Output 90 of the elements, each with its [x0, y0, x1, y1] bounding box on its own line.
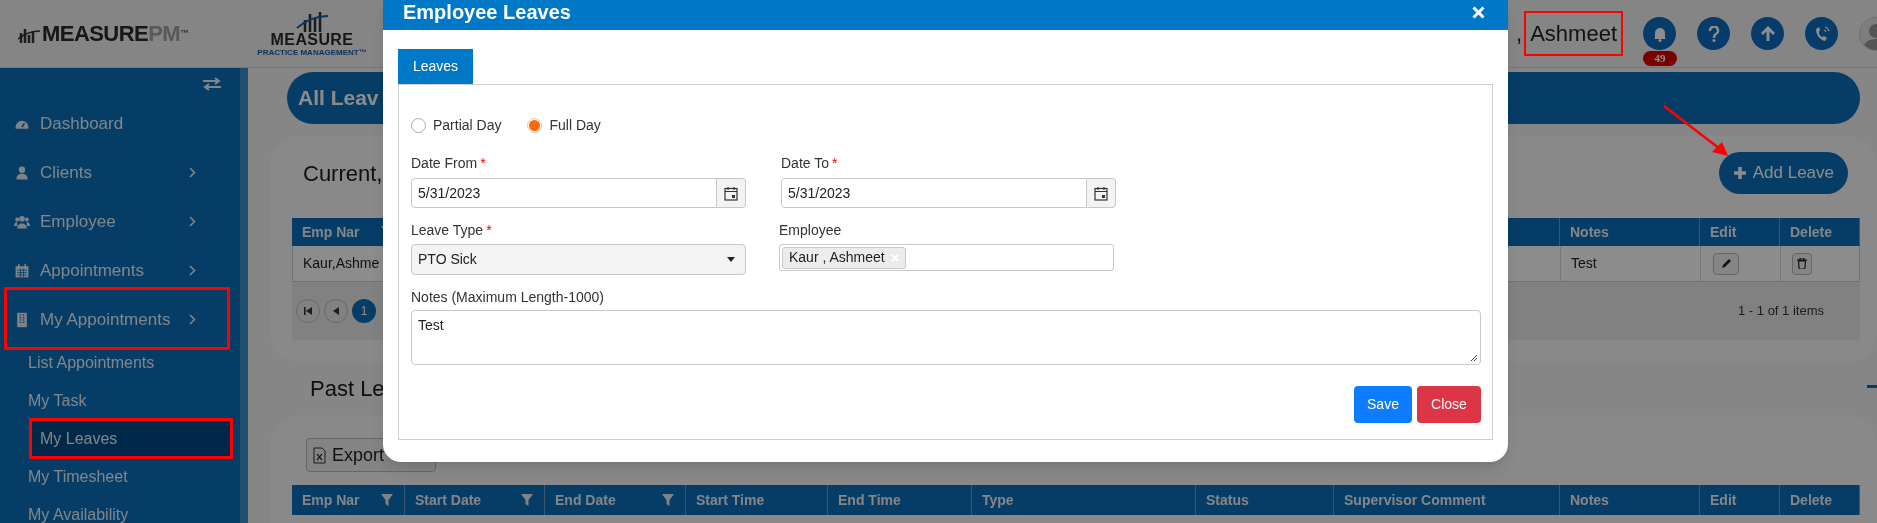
column-header[interactable]: End Date — [545, 485, 686, 515]
user-separator: , — [1516, 20, 1523, 48]
section-title: Past Le — [310, 375, 385, 403]
date-field[interactable]: 5/31/2023 — [781, 178, 1087, 208]
page-button[interactable]: 1 — [352, 299, 376, 323]
calendar-icon — [14, 262, 30, 279]
field-label: Employee — [779, 221, 843, 239]
save-button[interactable]: Save — [1354, 386, 1412, 423]
arrow-up-icon — [1759, 25, 1776, 42]
radio-label: Partial Day — [433, 115, 502, 135]
bar-chart-icon — [295, 10, 329, 32]
field-label: Leave Type * — [411, 221, 493, 239]
filter-icon[interactable] — [520, 493, 534, 507]
page-title: All Leav — [298, 85, 379, 112]
resize-grip-icon — [1470, 354, 1478, 362]
field-label: Notes (Maximum Length-1000) — [411, 288, 605, 306]
edit-button[interactable] — [1713, 252, 1739, 275]
caret-down-icon — [727, 257, 735, 262]
trash-icon — [1797, 258, 1807, 269]
notification-badge: 49 — [1643, 51, 1677, 66]
sidebar-item[interactable]: Appointments — [0, 246, 240, 295]
filter-icon[interactable] — [380, 493, 394, 507]
first-page-icon — [304, 307, 312, 315]
annotation-arrow — [1662, 104, 1730, 158]
close-button[interactable] — [1470, 4, 1486, 20]
sidebar-item[interactable]: Dashboard — [0, 99, 240, 148]
close-icon — [1471, 5, 1485, 19]
column-header[interactable]: Type — [972, 485, 1196, 515]
sidebar-item[interactable]: My Appointments — [0, 295, 240, 344]
chevron-right-icon — [189, 314, 196, 325]
delete-button[interactable] — [1792, 252, 1812, 275]
sidebar-subitem[interactable]: List Appointments — [0, 344, 240, 382]
column-header[interactable]: Supervisor Comment — [1334, 485, 1560, 515]
plus-icon — [1732, 166, 1747, 180]
column-header[interactable]: Delete — [1780, 485, 1860, 515]
column-header[interactable]: Notes — [1560, 485, 1700, 515]
users-icon — [14, 213, 30, 230]
chevron-right-icon — [189, 167, 196, 178]
column-header[interactable]: Emp Nar — [292, 485, 405, 515]
phone-icon — [1813, 25, 1830, 42]
chevron-right-icon — [189, 265, 196, 276]
sidebar-item[interactable]: Clients — [0, 148, 240, 197]
spreadsheet-icon — [313, 446, 326, 464]
building-icon — [14, 311, 30, 328]
column-header[interactable]: Edit — [1700, 485, 1780, 515]
dialog-title: Employee Leaves — [403, 2, 571, 22]
caret-left-icon — [333, 307, 339, 315]
question-icon — [1707, 25, 1720, 42]
radio-label: Full Day — [549, 115, 601, 135]
field-label: Date To * — [781, 154, 839, 172]
brand-tagline: PRACTICE MANAGEMENT™ — [257, 49, 367, 57]
call-button[interactable] — [1805, 17, 1838, 50]
add-leave-button[interactable]: Add Leave — [1718, 152, 1848, 194]
calendar-icon — [1094, 185, 1108, 201]
notes-field[interactable]: Test — [411, 310, 1481, 365]
help-button[interactable] — [1697, 17, 1730, 50]
calendar-button[interactable] — [1087, 178, 1116, 208]
column-header[interactable]: End Time — [828, 485, 972, 515]
section-title: Current, — [303, 159, 383, 188]
user-icon — [14, 164, 30, 181]
multiselect-field[interactable]: Kaur , Ashmeet — [779, 244, 1114, 271]
radio-button[interactable] — [527, 117, 543, 133]
filter-icon[interactable] — [661, 493, 675, 507]
minus-icon — [1867, 384, 1877, 388]
upload-button[interactable] — [1751, 17, 1784, 50]
column-header[interactable]: Status — [1196, 485, 1334, 515]
brand-name: MEASURE — [270, 32, 354, 48]
pager-summary: 1 - 1 of 1 items — [1738, 302, 1824, 321]
sidebar-subitem[interactable]: My Timesheet — [0, 458, 240, 496]
logo-text: MEASUREPM$^{™}$ — [42, 22, 189, 45]
sidebar-subitem[interactable]: My Availability — [0, 496, 240, 523]
pencil-icon — [1720, 258, 1732, 269]
field-label: Date From * — [411, 154, 487, 172]
calendar-button[interactable] — [717, 178, 746, 208]
swap-icon[interactable] — [202, 76, 222, 91]
chevron-right-icon — [189, 216, 196, 227]
tag[interactable]: Kaur , Ashmeet — [782, 246, 906, 269]
tab[interactable]: Leaves — [398, 49, 473, 84]
radio-button[interactable] — [411, 117, 426, 133]
column-header[interactable]: Start Time — [686, 485, 828, 515]
notifications-button[interactable] — [1643, 17, 1676, 50]
calendar-icon — [724, 185, 738, 201]
table-cell: Test — [1561, 246, 1701, 281]
dropdown[interactable]: PTO Sick — [411, 244, 746, 275]
date-field[interactable]: 5/31/2023 — [411, 178, 717, 208]
user-name[interactable]: Ashmeet — [1526, 21, 1621, 46]
sidebar-item[interactable]: Employee — [0, 197, 240, 246]
close-dialog-button[interactable]: Close — [1417, 386, 1481, 423]
column-header[interactable]: Start Date — [405, 485, 545, 515]
sidebar-subitem[interactable]: My Task — [0, 382, 240, 420]
